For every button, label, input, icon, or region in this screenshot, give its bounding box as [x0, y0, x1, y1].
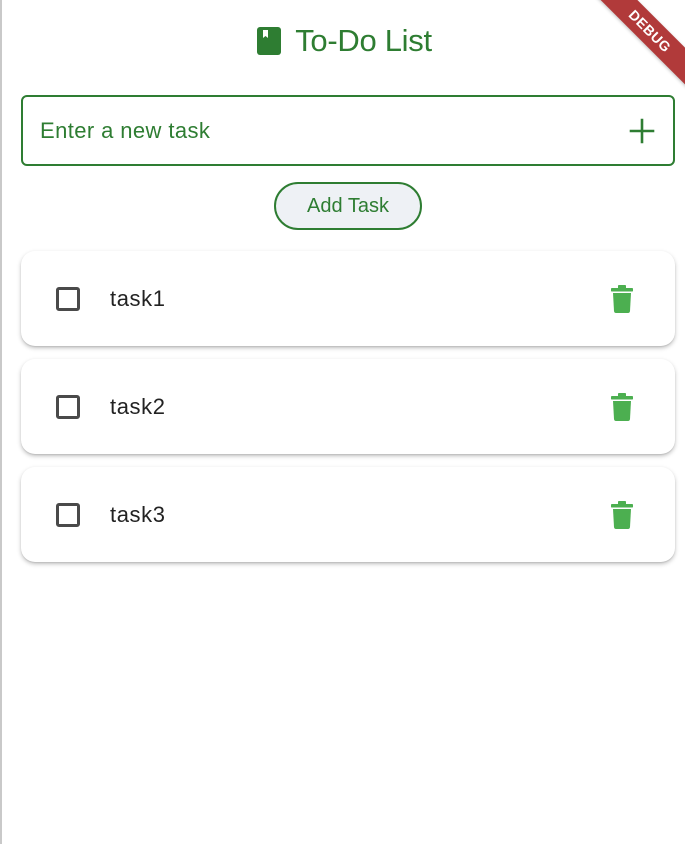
book-icon [257, 27, 282, 55]
task-label: task3 [110, 501, 166, 527]
task-checkbox[interactable] [56, 286, 80, 311]
task-input-field[interactable] [21, 95, 675, 166]
task-list: task1 task2 task3 [21, 251, 675, 575]
trash-icon[interactable] [611, 392, 633, 421]
task-checkbox[interactable] [56, 394, 80, 419]
trash-icon[interactable] [611, 500, 633, 529]
task-checkbox[interactable] [56, 502, 80, 527]
task-item: task3 [21, 467, 675, 562]
app-bar: To-Do List [2, 0, 685, 82]
task-input[interactable] [23, 97, 627, 164]
add-icon[interactable] [627, 116, 657, 146]
task-item: task2 [21, 359, 675, 454]
add-task-button[interactable]: Add Task [274, 182, 422, 230]
page-title: To-Do List [295, 23, 432, 58]
task-item: task1 [21, 251, 675, 346]
trash-icon[interactable] [611, 284, 633, 313]
task-label: task1 [110, 285, 166, 311]
task-label: task2 [110, 393, 166, 419]
app-window: To-Do List DEBUG Add Task task1 task [0, 0, 685, 844]
